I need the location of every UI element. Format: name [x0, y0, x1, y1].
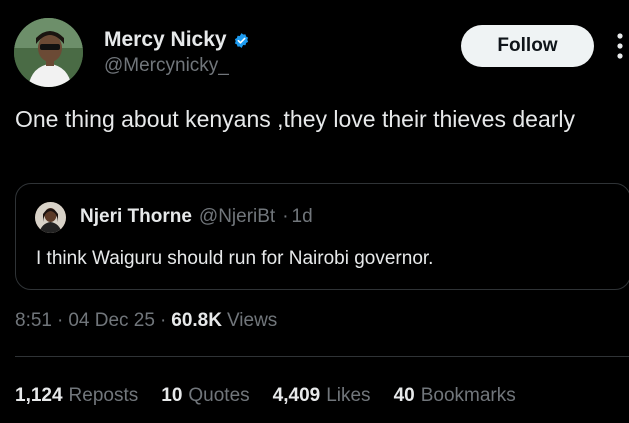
verified-badge-icon	[234, 32, 248, 48]
stat-reposts[interactable]: 1,124 Reposts	[15, 385, 138, 407]
author-avatar[interactable]	[14, 18, 83, 87]
tweet-text: One thing about kenyans ,they love their…	[15, 106, 576, 132]
stat-label: Likes	[326, 385, 371, 406]
divider	[15, 356, 629, 357]
meta-separator: ·	[56, 310, 64, 331]
tweet-meta-row: 8:51 · 04 Dec 25 · 60.8K Views	[15, 310, 277, 332]
stat-label: Bookmarks	[420, 385, 516, 406]
quoted-separator: ·	[282, 206, 289, 227]
stat-number: 4,409	[272, 385, 321, 406]
tweet-date[interactable]: 04 Dec 25	[68, 310, 155, 332]
views-count: 60.8K	[171, 310, 222, 331]
follow-button[interactable]: Follow	[461, 25, 594, 67]
more-vertical-icon[interactable]	[611, 30, 629, 62]
quoted-tweet-age[interactable]: 1d	[292, 206, 313, 228]
engagement-stats: 1,124 Reposts 10 Quotes 4,409 Likes 40 Bookm…	[15, 385, 516, 407]
quoted-author-handle[interactable]: @NjeriBt	[199, 206, 275, 228]
stat-number: 1,124	[15, 385, 63, 406]
quoted-tweet-header: Njeri Thorne @NjeriBt · 1d	[80, 206, 313, 228]
meta-separator: ·	[159, 310, 167, 331]
quoted-tweet-card[interactable]: Njeri Thorne @NjeriBt · 1d I think Waigu…	[15, 183, 629, 290]
stat-label: Quotes	[188, 385, 250, 406]
author-handle[interactable]: @Mercynicky_	[104, 55, 250, 77]
stat-likes[interactable]: 4,409 Likes	[273, 385, 371, 407]
quoted-tweet-text: I think Waiguru should run for Nairobi g…	[36, 248, 434, 269]
views-label: Views	[226, 310, 278, 331]
stat-number: 40	[393, 385, 415, 406]
quoted-author-avatar[interactable]	[35, 202, 66, 233]
quoted-author-avatar-image	[35, 202, 66, 233]
stat-number: 10	[161, 385, 183, 406]
author-avatar-image	[14, 18, 83, 87]
author-info: Mercy Nicky @Mercynicky_	[104, 28, 250, 77]
author-name[interactable]: Mercy Nicky	[104, 28, 227, 52]
stat-label: Reposts	[68, 385, 139, 406]
stat-bookmarks[interactable]: 40 Bookmarks	[394, 385, 516, 407]
quoted-author-name[interactable]: Njeri Thorne	[80, 206, 192, 228]
tweet-time[interactable]: 8:51	[15, 310, 52, 332]
stat-quotes[interactable]: 10 Quotes	[161, 385, 249, 407]
